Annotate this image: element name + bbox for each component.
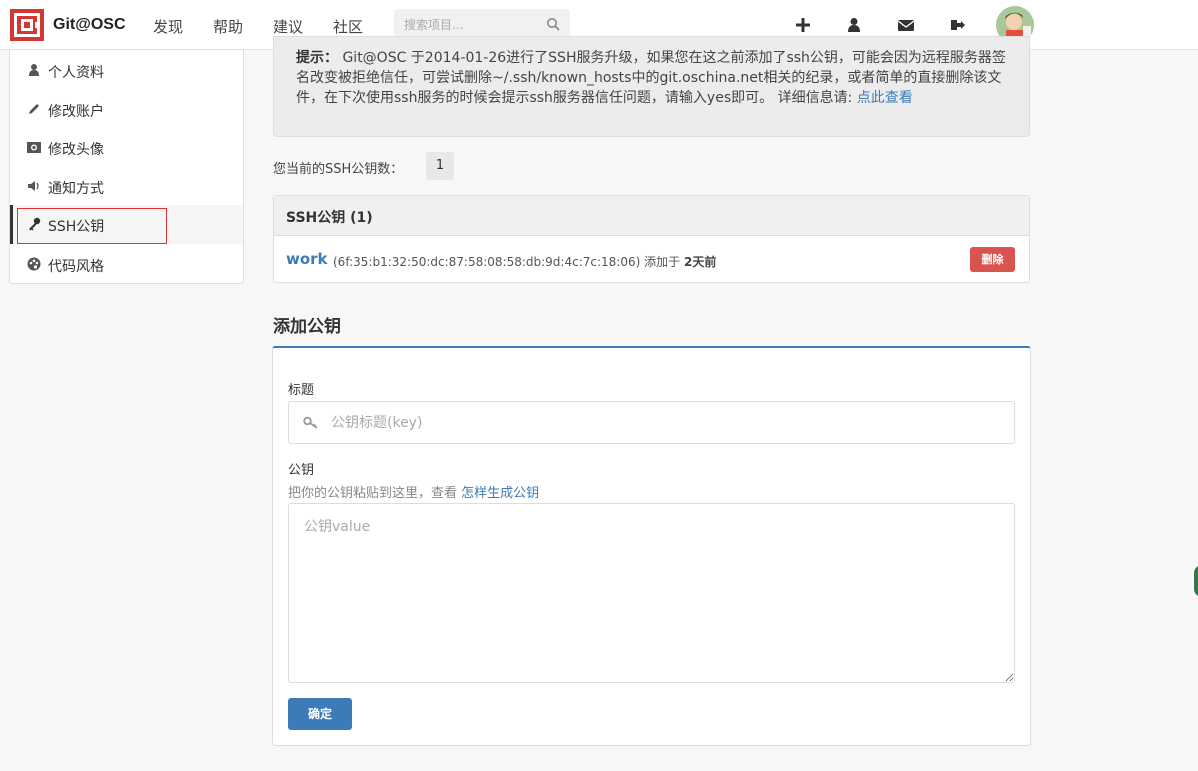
ssh-key-added-prefix: 添加于 (644, 255, 681, 269)
nav-community[interactable]: 社区 (333, 16, 363, 37)
sidebar-item-label: 通知方式 (48, 181, 104, 197)
sidebar-item-profile[interactable]: 个人资料 (10, 51, 243, 90)
ssh-key-added-time: 2天前 (683, 255, 717, 269)
sidebar-item-label: 修改头像 (48, 142, 104, 158)
how-to-generate-key-link[interactable]: 怎样生成公钥 (461, 486, 539, 501)
key-icon (29, 217, 41, 231)
public-key-textarea[interactable] (288, 503, 1015, 683)
delete-key-button[interactable]: 删除 (970, 247, 1015, 272)
floating-widget[interactable] (1192, 563, 1198, 599)
ssh-key-fingerprint: (6f:35:b1:32:50:dc:87:58:08:58:db:9d:4c:… (333, 253, 716, 270)
ssh-key-fingerprint-value: (6f:35:b1:32:50:dc:87:58:08:58:db:9d:4c:… (333, 255, 641, 269)
key-title-input[interactable] (331, 402, 1011, 443)
notice-label: 提示： (296, 50, 338, 66)
ssh-key-row: work (6f:35:b1:32:50:dc:87:58:08:58:db:9… (274, 237, 1029, 283)
user-icon[interactable] (845, 16, 863, 34)
key-icon (303, 416, 318, 429)
logout-icon[interactable] (949, 16, 967, 34)
sidebar-item-avatar[interactable]: 修改头像 (10, 128, 243, 167)
nav-discover[interactable]: 发现 (153, 16, 183, 37)
plus-icon[interactable] (794, 16, 812, 34)
ssh-keys-heading: SSH公钥 (1) (274, 196, 1029, 236)
ssh-key-count-badge: 1 (426, 152, 454, 180)
public-key-label: 公钥 (288, 463, 315, 478)
sidebar-item-label: 个人资料 (48, 65, 104, 81)
git-osc-logo[interactable] (10, 9, 44, 41)
key-title-field (288, 401, 1015, 444)
search-icon[interactable] (546, 17, 560, 31)
submit-button[interactable]: 确定 (288, 698, 352, 730)
public-key-hint: 把你的公钥粘贴到这里，查看 怎样生成公钥 (288, 482, 539, 501)
public-key-hint-text: 把你的公钥粘贴到这里，查看 (288, 486, 462, 501)
add-key-form: 标题 公钥 把你的公钥粘贴到这里，查看 怎样生成公钥 确定 (272, 346, 1031, 746)
sidebar-item-ssh-keys[interactable]: SSH公钥 (10, 205, 243, 244)
nav-help[interactable]: 帮助 (213, 16, 243, 37)
sidebar-item-label: 代码风格 (48, 259, 104, 275)
notice-details-link[interactable]: 点此查看 (857, 90, 913, 106)
user-icon (29, 64, 39, 76)
sidebar-item-label: SSH公钥 (48, 219, 105, 235)
add-key-heading: 添加公钥 (273, 317, 341, 337)
pencil-icon (29, 104, 39, 114)
key-title-label: 标题 (288, 383, 315, 398)
sidebar-item-label: 修改账户 (48, 104, 104, 120)
ssh-key-title[interactable]: work (286, 250, 328, 268)
settings-sidebar: 个人资料 修改账户 修改头像 通知方式 SSH公钥 代码风格 (9, 50, 244, 284)
nav-suggest[interactable]: 建议 (273, 16, 303, 37)
sidebar-item-notifications[interactable]: 通知方式 (10, 167, 243, 206)
brand-name[interactable]: Git@OSC (53, 16, 126, 34)
sidebar-item-account[interactable]: 修改账户 (10, 90, 243, 129)
envelope-icon[interactable] (897, 16, 915, 34)
ssh-key-count-label: 您当前的SSH公钥数： (273, 162, 404, 177)
camera-icon (27, 142, 41, 153)
sidebar-item-code-style[interactable]: 代码风格 (10, 245, 243, 284)
ssh-keys-panel: SSH公钥 (1) work (6f:35:b1:32:50:dc:87:58:… (273, 195, 1030, 283)
ssh-upgrade-notice: 提示： Git@OSC 于2014-01-26进行了SSH服务升级，如果您在这之… (273, 36, 1030, 137)
volume-icon (28, 181, 39, 191)
palette-icon (27, 257, 41, 271)
